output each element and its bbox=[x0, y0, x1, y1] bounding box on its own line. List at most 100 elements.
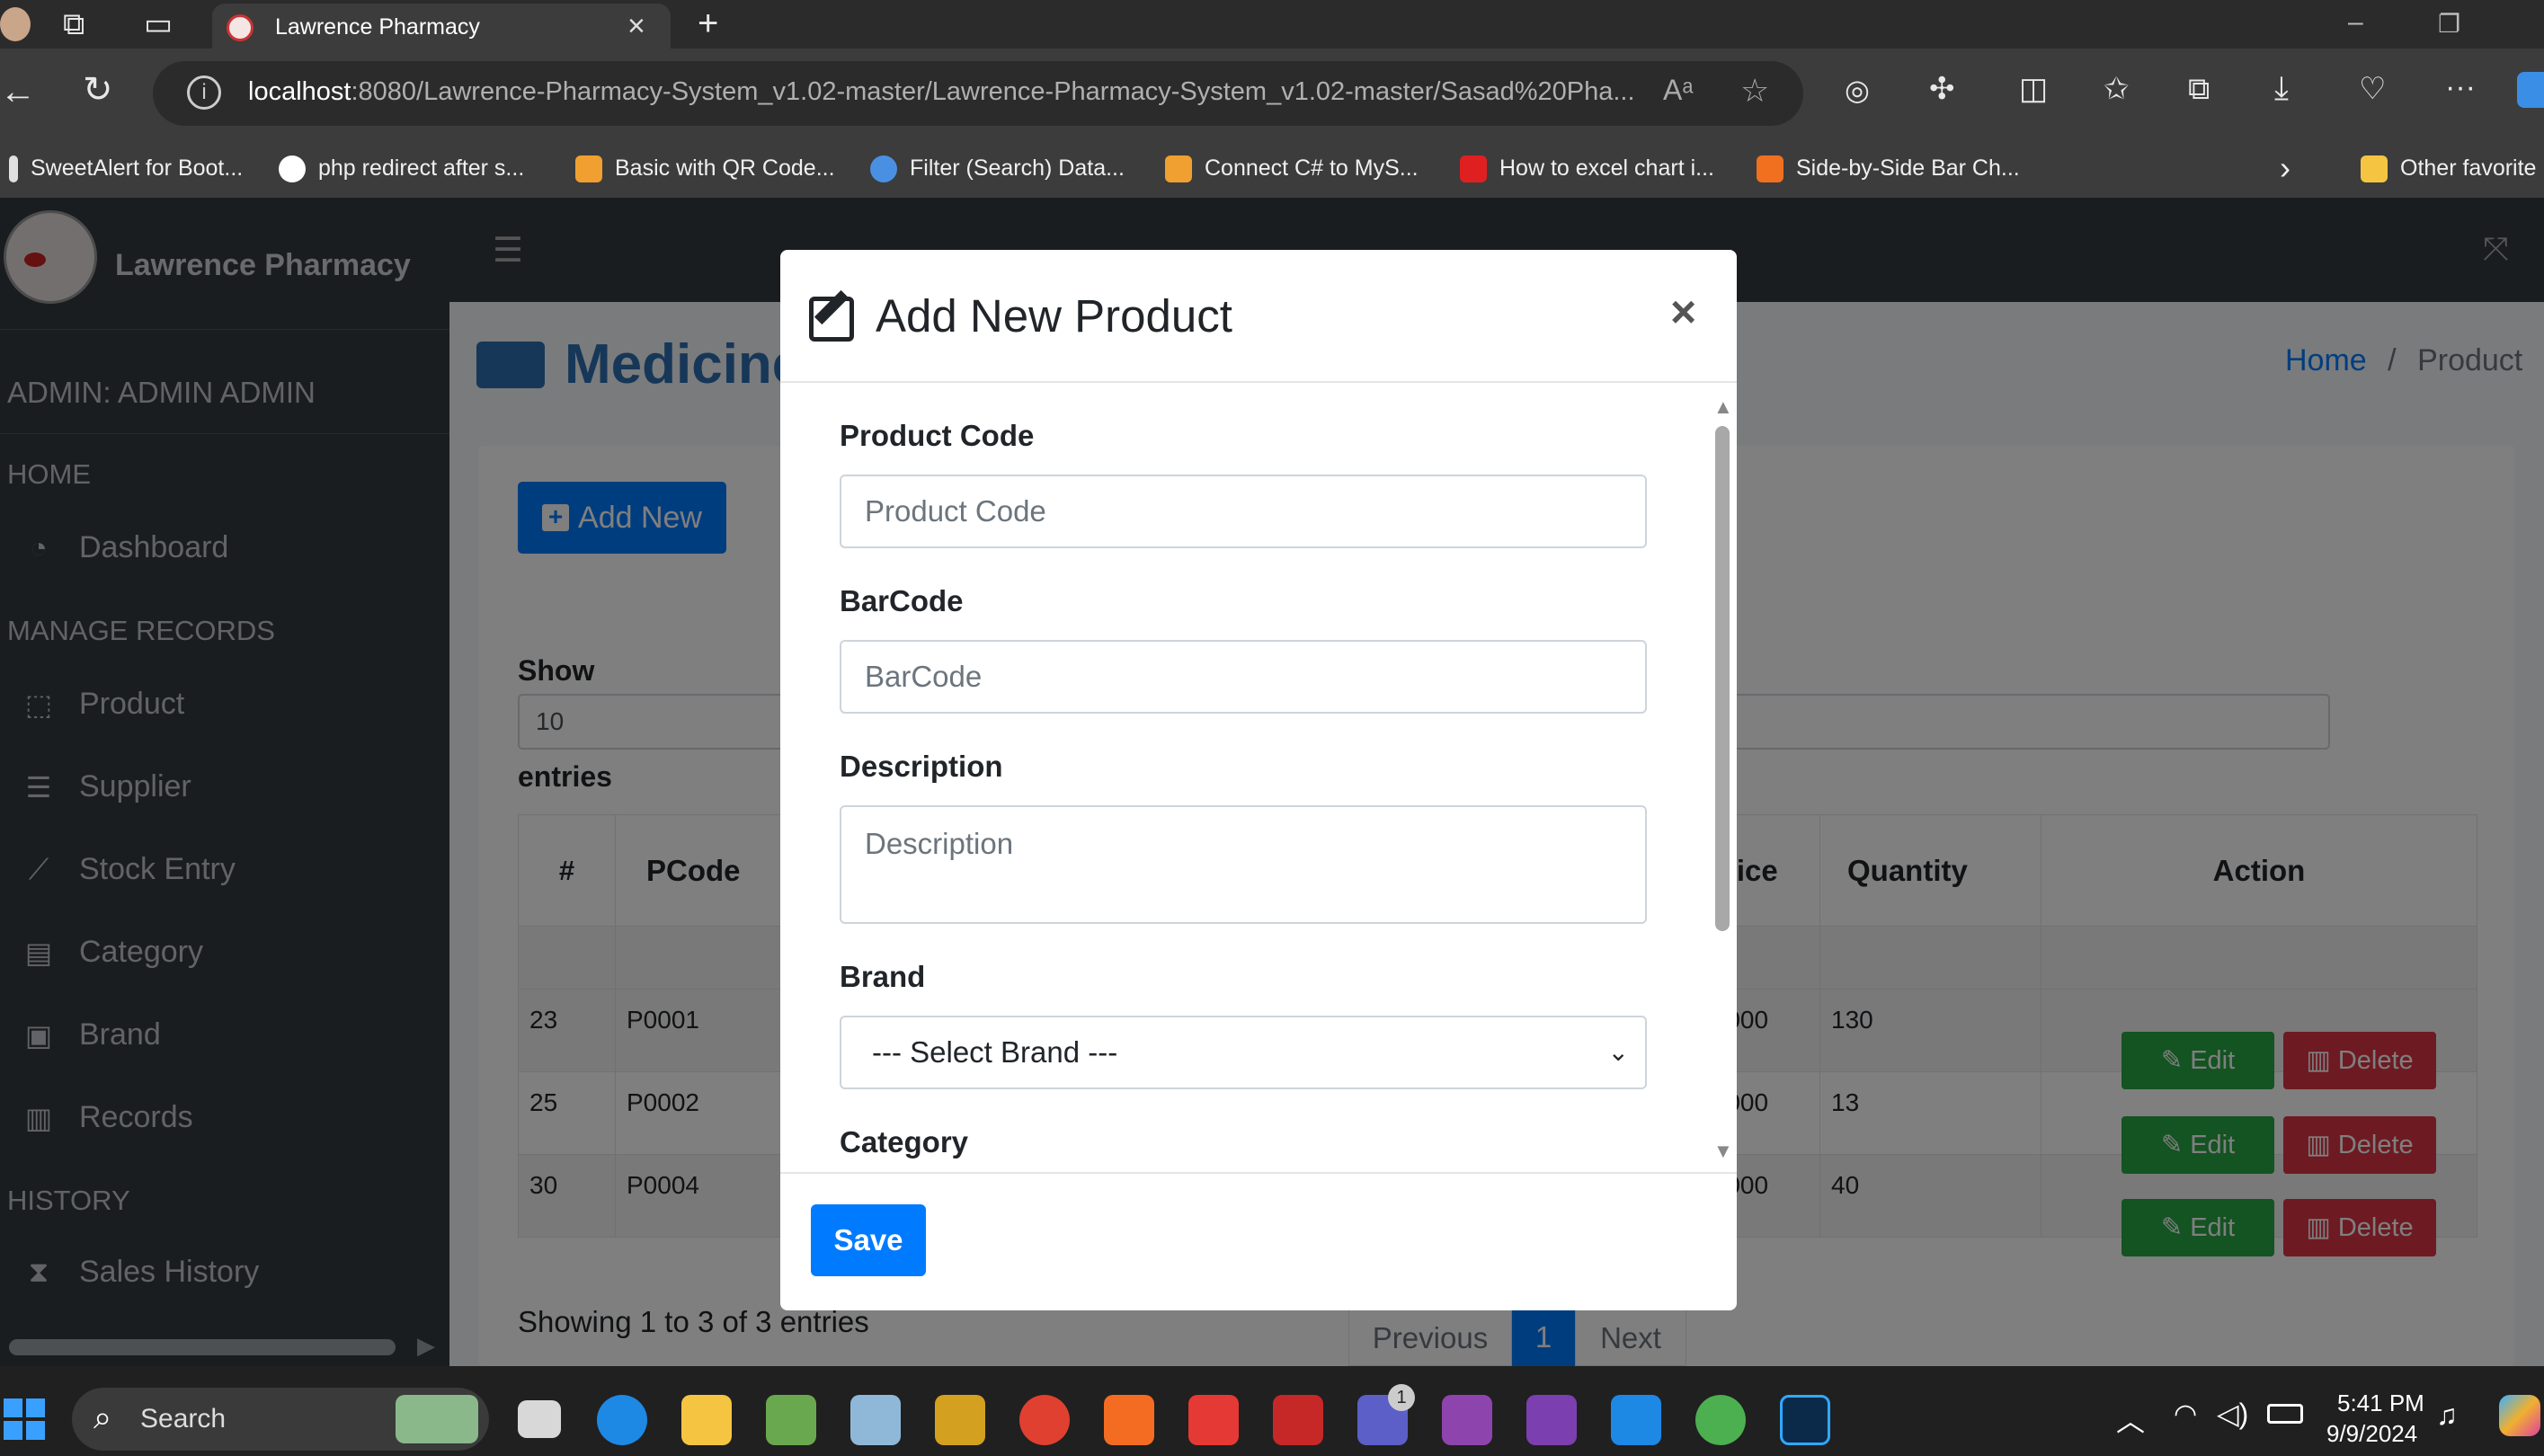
filezilla-icon[interactable] bbox=[1273, 1395, 1323, 1445]
folder-icon bbox=[2361, 155, 2388, 183]
tab-close-icon[interactable]: × bbox=[627, 9, 645, 44]
file-explorer-icon[interactable] bbox=[681, 1395, 732, 1445]
task-view-icon[interactable] bbox=[518, 1400, 561, 1438]
bookmark-label: SweetAlert for Boot... bbox=[31, 155, 244, 181]
more-menu-icon[interactable]: ··· bbox=[2445, 72, 2476, 102]
vscode-icon[interactable] bbox=[1611, 1395, 1661, 1445]
restore-button[interactable]: ❐ bbox=[2438, 9, 2460, 39]
visual-studio-icon[interactable] bbox=[1526, 1395, 1577, 1445]
copilot-icon[interactable] bbox=[2499, 1395, 2540, 1436]
modal-title: Add New Product bbox=[876, 290, 1232, 342]
brand-label: Brand bbox=[840, 960, 926, 993]
address-bar[interactable]: i localhost:8080/Lawrence-Pharmacy-Syste… bbox=[153, 61, 1803, 126]
product-code-label: Product Code bbox=[840, 419, 1035, 452]
start-button-icon[interactable] bbox=[4, 1398, 45, 1440]
bookmark-label: Connect C# to MyS... bbox=[1205, 155, 1419, 181]
modal-header: Add New Product × bbox=[780, 250, 1737, 383]
site-info-icon[interactable]: i bbox=[187, 75, 221, 110]
bookmark-excel-chart[interactable]: How to excel chart i... bbox=[1460, 138, 1714, 198]
bookmark-favicon bbox=[1757, 155, 1783, 183]
category-label: Category bbox=[840, 1125, 969, 1159]
modal-footer: Save bbox=[780, 1172, 1737, 1310]
modal-close-button[interactable]: × bbox=[1670, 286, 1696, 338]
product-code-input[interactable]: Product Code bbox=[840, 475, 1647, 548]
other-favorites-label: Other favorite bbox=[2400, 155, 2537, 181]
pencil-mark bbox=[814, 289, 849, 325]
anydesk-icon[interactable] bbox=[1188, 1395, 1239, 1445]
copilot-sidebar-icon[interactable] bbox=[2517, 72, 2544, 108]
photoshop-icon[interactable] bbox=[1780, 1395, 1830, 1445]
volume-icon[interactable]: ◁) bbox=[2217, 1397, 2248, 1431]
battery-icon[interactable] bbox=[2267, 1404, 2303, 1424]
barcode-input[interactable]: BarCode bbox=[840, 640, 1647, 714]
start-tile bbox=[4, 1421, 22, 1440]
modal-scrollbar-thumb[interactable] bbox=[1715, 426, 1730, 931]
clock-date[interactable]: 9/9/2024 bbox=[2326, 1420, 2417, 1448]
bookmark-label: How to excel chart i... bbox=[1499, 155, 1714, 181]
read-aloud-icon[interactable]: Aᵃ bbox=[1663, 74, 1693, 107]
bookmark-qr-code[interactable]: Basic with QR Code... bbox=[575, 138, 835, 198]
url-text: localhost:8080/Lawrence-Pharmacy-System_… bbox=[248, 77, 1635, 107]
bookmarks-overflow-icon[interactable]: › bbox=[2280, 138, 2290, 198]
scroll-up-icon[interactable]: ▲ bbox=[1713, 395, 1733, 419]
split-screen-icon[interactable]: ◫ bbox=[2019, 74, 2048, 104]
description-label: Description bbox=[840, 750, 1003, 783]
bookmark-favicon bbox=[9, 155, 18, 183]
github-icon bbox=[279, 155, 306, 183]
bookmark-favicon bbox=[870, 155, 897, 183]
chevron-down-icon: ⌄ bbox=[1607, 1038, 1629, 1066]
clock-time[interactable]: 5:41 PM bbox=[2337, 1389, 2424, 1417]
bookmark-connect-csharp[interactable]: Connect C# to MyS... bbox=[1165, 138, 1419, 198]
new-tab-button[interactable]: + bbox=[698, 5, 718, 41]
wifi-icon[interactable]: ◠ bbox=[2174, 1398, 2197, 1430]
bookmark-label: Filter (Search) Data... bbox=[910, 155, 1125, 181]
profile-avatar[interactable] bbox=[0, 7, 31, 41]
refresh-icon[interactable]: ↻ bbox=[83, 72, 113, 108]
back-icon[interactable]: ← bbox=[0, 74, 36, 110]
bookmark-filter-search[interactable]: Filter (Search) Data... bbox=[870, 138, 1125, 198]
collections-icon[interactable]: ⧉ bbox=[2188, 74, 2210, 104]
notepad-icon[interactable] bbox=[766, 1395, 816, 1445]
minimize-button[interactable]: – bbox=[2348, 7, 2363, 38]
bookmark-side-by-side[interactable]: Side-by-Side Bar Ch... bbox=[1757, 138, 2020, 198]
brand-selected-value: --- Select Brand --- bbox=[872, 1035, 1118, 1069]
tab-actions-icon[interactable]: ▭ bbox=[144, 9, 173, 40]
chevron-up-icon[interactable]: ︿ bbox=[2116, 1398, 2145, 1440]
bookmark-sweetalert[interactable]: SweetAlert for Boot... bbox=[9, 138, 243, 198]
scroll-down-icon[interactable]: ▼ bbox=[1713, 1140, 1733, 1163]
teams-badge: 1 bbox=[1388, 1384, 1415, 1411]
extensions-icon[interactable]: ✣ bbox=[1929, 74, 1955, 104]
edge-icon[interactable] bbox=[597, 1395, 647, 1445]
description-placeholder: Description bbox=[865, 827, 1014, 860]
notification-bell-icon[interactable]: ♫ bbox=[2436, 1398, 2458, 1432]
tab-lawrence-pharmacy[interactable]: Lawrence Pharmacy × bbox=[212, 4, 671, 49]
description-textarea[interactable]: Description bbox=[840, 805, 1647, 924]
visual-studio-icon[interactable] bbox=[1442, 1395, 1492, 1445]
bookmark-label: Side-by-Side Bar Ch... bbox=[1796, 155, 2020, 181]
url-path: :8080/Lawrence-Pharmacy-System_v1.02-mas… bbox=[351, 77, 1635, 106]
downloads-icon[interactable]: ⤓ bbox=[2274, 72, 2289, 104]
taskbar-search[interactable]: ⌕ Search bbox=[72, 1388, 489, 1451]
bookmark-php-redirect[interactable]: php redirect after s... bbox=[279, 138, 524, 198]
start-tile bbox=[26, 1398, 45, 1417]
bookmark-label: php redirect after s... bbox=[318, 155, 525, 181]
bookmark-label: Basic with QR Code... bbox=[615, 155, 835, 181]
search-icon: ⌕ bbox=[93, 1398, 112, 1435]
other-favorites[interactable]: Other favorite bbox=[2361, 138, 2536, 198]
app-icon[interactable] bbox=[850, 1395, 901, 1445]
app-icon[interactable] bbox=[935, 1395, 985, 1445]
taskbar-search-label: Search bbox=[140, 1404, 227, 1434]
xampp-icon[interactable] bbox=[1104, 1395, 1154, 1445]
favorites-icon[interactable]: ✩ bbox=[2104, 74, 2130, 104]
app-icon[interactable] bbox=[1695, 1395, 1746, 1445]
tab-title: Lawrence Pharmacy bbox=[275, 14, 480, 40]
browser-essentials-icon[interactable]: ♡ bbox=[2359, 74, 2386, 104]
copilot-icon[interactable]: ◎ bbox=[1845, 75, 1870, 104]
favorite-star-icon[interactable]: ☆ bbox=[1740, 72, 1769, 110]
product-code-placeholder: Product Code bbox=[865, 494, 1046, 528]
brand-select[interactable]: --- Select Brand --- ⌄ bbox=[840, 1016, 1647, 1089]
workspaces-icon[interactable]: ⧉ bbox=[63, 9, 85, 40]
save-button[interactable]: Save bbox=[811, 1204, 926, 1276]
chrome-icon[interactable] bbox=[1019, 1395, 1070, 1445]
add-product-modal: Add New Product × Product Code Product C… bbox=[780, 250, 1737, 1310]
